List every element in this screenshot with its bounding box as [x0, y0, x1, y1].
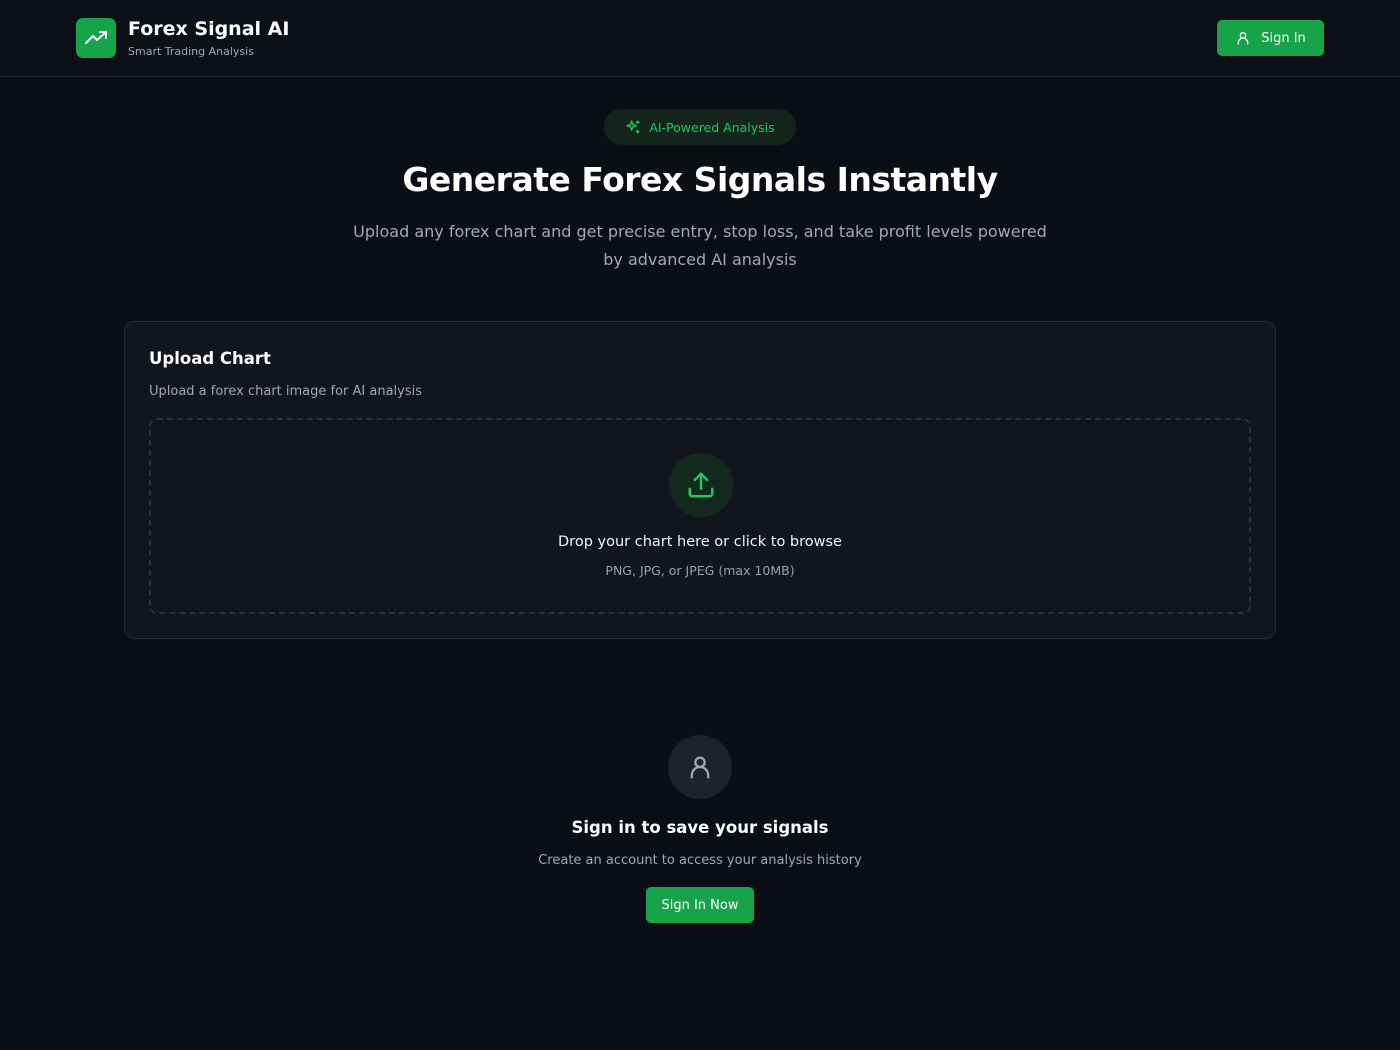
- user-icon: [1237, 32, 1249, 45]
- upload-icon-circle: [669, 453, 733, 517]
- user-icon: [690, 756, 710, 779]
- ai-badge-label: AI-Powered Analysis: [649, 119, 775, 135]
- chart-dropzone[interactable]: Drop your chart here or click to browse …: [149, 418, 1251, 614]
- sparkles-icon: [626, 120, 640, 134]
- upload-card-subtitle: Upload a forex chart image for AI analys…: [149, 384, 423, 399]
- ai-badge: AI-Powered Analysis: [604, 109, 796, 145]
- upload-card-title: Upload Chart: [149, 349, 271, 368]
- brand-subtitle: Smart Trading Analysis: [128, 45, 254, 58]
- trending-up-icon: [85, 31, 107, 44]
- signin-prompt-title: Sign in to save your signals: [571, 818, 829, 837]
- sign-in-label: Sign In: [1261, 30, 1306, 46]
- logo[interactable]: [76, 18, 116, 58]
- sign-in-now-button[interactable]: Sign In Now: [646, 887, 754, 923]
- page-title: Generate Forex Signals Instantly: [402, 160, 998, 199]
- sign-in-button[interactable]: Sign In: [1217, 20, 1324, 56]
- dropzone-text: Drop your chart here or click to browse: [558, 534, 842, 550]
- signin-prompt-subtitle: Create an account to access your analysi…: [538, 853, 862, 868]
- top-header: Forex Signal AI Smart Trading Analysis S…: [0, 0, 1400, 77]
- page-description: Upload any forex chart and get precise e…: [353, 222, 1047, 269]
- dropzone-hint: PNG, JPG, or JPEG (max 10MB): [605, 563, 795, 578]
- user-avatar-circle: [668, 735, 732, 799]
- brand-title: Forex Signal AI: [128, 18, 290, 40]
- upload-card: Upload Chart Upload a forex chart image …: [124, 321, 1276, 639]
- upload-icon: [688, 472, 714, 498]
